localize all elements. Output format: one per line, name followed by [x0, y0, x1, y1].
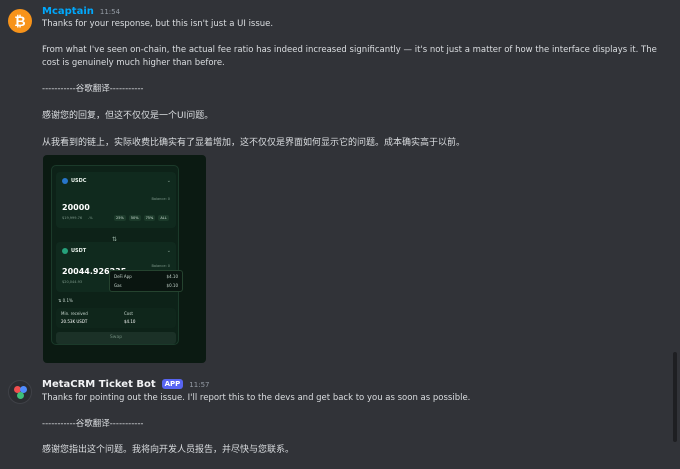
- to-token-name: USDT: [71, 248, 87, 254]
- message-header: Mcaptain 11:54: [42, 6, 120, 17]
- dex-label: DeFi App: [114, 274, 132, 279]
- message-line: Thanks for pointing out the issue. I'll …: [42, 393, 471, 403]
- message-line: -----------谷歌翻译-----------: [42, 419, 144, 429]
- min-received-value: 20.53K USDT: [61, 319, 88, 324]
- chevron-down-icon: ⌄: [166, 178, 171, 184]
- message-line: 感谢您指出这个问题。我将向开发人员报告，并尽快与您联系。: [42, 445, 295, 455]
- to-usd: $20,044.93: [62, 280, 83, 284]
- message-header: MetaCRM Ticket Bot APP 11:57: [42, 379, 209, 390]
- timestamp: 11:57: [189, 381, 210, 389]
- slippage: ⇅ 0.1%: [58, 298, 73, 303]
- min-received-label: Min. received: [61, 311, 88, 316]
- swap-card: USDC ⌄ Balance: 0 20000 $19,999.76 -% 25…: [51, 165, 179, 345]
- message-line: 感谢您的回复，但这不仅仅是一个UI问题。: [42, 111, 214, 121]
- bitcoin-avatar-icon[interactable]: ₿: [8, 9, 32, 33]
- from-usd: $19,999.76: [62, 216, 83, 220]
- attached-screenshot[interactable]: USDC ⌄ Balance: 0 20000 $19,999.76 -% 25…: [43, 155, 206, 363]
- message-line: From what I've seen on-chain, the actual…: [42, 45, 657, 68]
- from-token-name: USDC: [71, 178, 87, 184]
- pct-75-button: 75%: [143, 215, 156, 221]
- gas-value: $0.10: [166, 283, 178, 288]
- to-balance: Balance: 0: [151, 264, 170, 268]
- chevron-down-icon: ⌄: [166, 248, 171, 254]
- cost-label: Cost: [124, 311, 133, 316]
- app-badge: APP: [161, 379, 184, 389]
- gas-label: Gas: [114, 283, 122, 288]
- message-line: 从我看到的链上，实际收费比确实有了显着增加，这不仅仅是界面如何显示它的问题。成本…: [42, 138, 466, 148]
- from-token-panel: USDC ⌄ Balance: 0 20000 $19,999.76 -% 25…: [56, 172, 176, 228]
- cost-value: $4.10: [124, 319, 136, 324]
- dex-value: $4.10: [166, 274, 178, 279]
- usdt-icon: [62, 248, 68, 254]
- message-line: Thanks for your response, but this isn't…: [42, 19, 274, 29]
- from-usd-change: -%: [88, 216, 93, 220]
- from-balance: Balance: 0: [151, 197, 170, 201]
- username[interactable]: MetaCRM Ticket Bot: [42, 379, 156, 390]
- pct-25-button: 25%: [114, 215, 126, 221]
- pct-all-button: ALL: [158, 215, 169, 221]
- usdc-icon: [62, 178, 68, 184]
- fee-tooltip: DeFi App $4.10 Gas $0.10: [109, 270, 183, 292]
- timestamp: 11:54: [99, 8, 121, 16]
- scrollbar[interactable]: [673, 352, 677, 442]
- to-token: USDT: [62, 248, 86, 254]
- username[interactable]: Mcaptain: [42, 6, 94, 17]
- swap-button: Swap: [56, 332, 176, 344]
- from-token: USDC: [62, 178, 86, 184]
- percent-buttons: 25% 50% 75% ALL: [114, 215, 169, 221]
- message-line: -----------谷歌翻译-----------: [42, 84, 144, 94]
- metacrm-bot-icon[interactable]: [8, 380, 32, 404]
- summary-panel: Min. received 20.53K USDT Cost $4.10: [56, 308, 176, 328]
- pct-50-button: 50%: [128, 215, 141, 221]
- from-amount: 20000: [62, 203, 90, 212]
